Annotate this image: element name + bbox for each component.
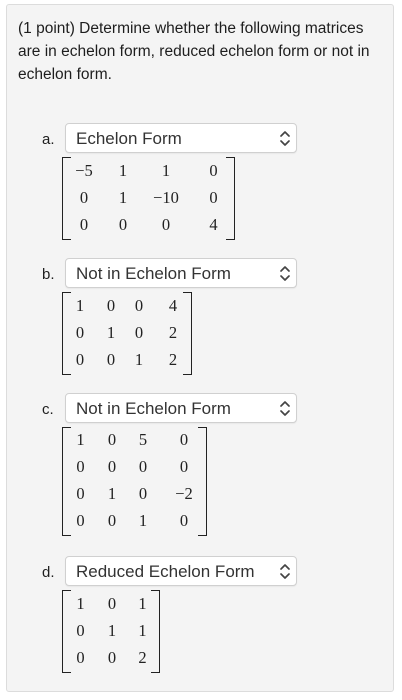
matrix-cell: 0 <box>209 160 218 180</box>
matrix-cell: −5 <box>75 160 93 180</box>
matrix-cell: 1 <box>138 620 147 640</box>
matrix-cell: 1 <box>138 510 148 530</box>
matrix-cell: 1 <box>107 483 117 503</box>
chevron-up-down-icon <box>280 401 290 416</box>
answer-select-c[interactable]: Not in Echelon Form <box>65 393 297 423</box>
matrix-cell: 0 <box>107 430 117 450</box>
matrix-cell: 0 <box>209 187 218 207</box>
matrix-cell: 1 <box>118 187 128 207</box>
matrix-cell: 0 <box>161 214 171 234</box>
matrix-grid: −5 1 1 0 0 1 −10 0 0 0 0 4 <box>62 157 235 238</box>
matrix-cell: 1 <box>138 593 147 613</box>
part-label: c. <box>42 401 54 418</box>
matrix-cell: 0 <box>79 187 89 207</box>
answer-select-a[interactable]: Echelon Form <box>65 123 297 153</box>
matrix-cell: 1 <box>161 160 171 180</box>
answer-select-b[interactable]: Not in Echelon Form <box>65 258 297 288</box>
matrix-cell: 1 <box>118 160 128 180</box>
matrix-cell: 0 <box>134 295 144 315</box>
matrix-cell: 0 <box>76 647 85 667</box>
chevron-up-down-icon <box>280 266 290 281</box>
matrix-cell: 0 <box>138 457 148 477</box>
selected-answer: Not in Echelon Form <box>76 399 231 418</box>
matrix-cell: 0 <box>75 349 85 369</box>
matrix-c: 1050 0000 0 1 0 −2 0010 <box>62 427 207 536</box>
matrix-cell: 0 <box>134 322 144 342</box>
matrix-cell: 0 <box>76 620 85 640</box>
selected-answer: Echelon Form <box>76 129 182 148</box>
matrix-cell: 0 <box>106 295 116 315</box>
part-label: b. <box>42 266 55 283</box>
matrix-cell: 2 <box>168 349 178 369</box>
selected-answer: Reduced Echelon Form <box>76 562 255 581</box>
matrix-a: −5 1 1 0 0 1 −10 0 0 0 0 4 <box>62 157 235 240</box>
chevron-up-down-icon <box>280 131 290 146</box>
answer-select-d[interactable]: Reduced Echelon Form <box>65 556 297 586</box>
matrix-cell: 0 <box>76 483 85 503</box>
matrix-cell: −2 <box>175 483 193 503</box>
matrix-grid: 1004 0102 0012 <box>62 292 192 373</box>
matrix-cell: 1 <box>106 322 116 342</box>
matrix-cell: 0 <box>79 214 89 234</box>
matrix-b: 1004 0102 0012 <box>62 292 192 375</box>
matrix-cell: 0 <box>76 510 85 530</box>
matrix-grid: 1050 0000 0 1 0 −2 0010 <box>62 427 207 534</box>
matrix-cell: 2 <box>138 647 147 667</box>
matrix-cell: 0 <box>106 349 116 369</box>
matrix-cell: 0 <box>138 483 148 503</box>
matrix-cell: 0 <box>76 457 85 477</box>
part-label: d. <box>42 564 55 581</box>
matrix-cell: 0 <box>179 430 189 450</box>
matrix-cell: 0 <box>107 510 117 530</box>
matrix-cell: 0 <box>107 457 117 477</box>
matrix-cell: 2 <box>168 322 178 342</box>
matrix-cell: 1 <box>76 593 85 613</box>
question-text: (1 point) Determine whether the followin… <box>18 20 370 83</box>
matrix-cell: 0 <box>179 457 189 477</box>
matrix-grid: 1 0 1 0 1 1 0 0 2 <box>62 590 160 671</box>
matrix-cell: 1 <box>75 295 85 315</box>
matrix-cell: 0 <box>75 322 85 342</box>
matrix-cell: 1 <box>107 620 117 640</box>
matrix-cell: 0 <box>118 214 128 234</box>
matrix-cell: 4 <box>209 214 218 234</box>
question-card: (1 point) Determine whether the followin… <box>6 4 394 692</box>
matrix-d: 1 0 1 0 1 1 0 0 2 <box>62 590 160 673</box>
matrix-cell: 0 <box>179 510 189 530</box>
matrix-cell: 0 <box>107 647 117 667</box>
matrix-cell: −10 <box>153 187 179 207</box>
matrix-cell: 5 <box>138 430 148 450</box>
matrix-cell: 4 <box>168 295 178 315</box>
chevron-up-down-icon <box>280 564 290 579</box>
selected-answer: Not in Echelon Form <box>76 264 231 283</box>
part-label: a. <box>42 131 55 148</box>
matrix-cell: 0 <box>107 593 117 613</box>
matrix-cell: 1 <box>134 349 144 369</box>
matrix-cell: 1 <box>76 430 85 450</box>
